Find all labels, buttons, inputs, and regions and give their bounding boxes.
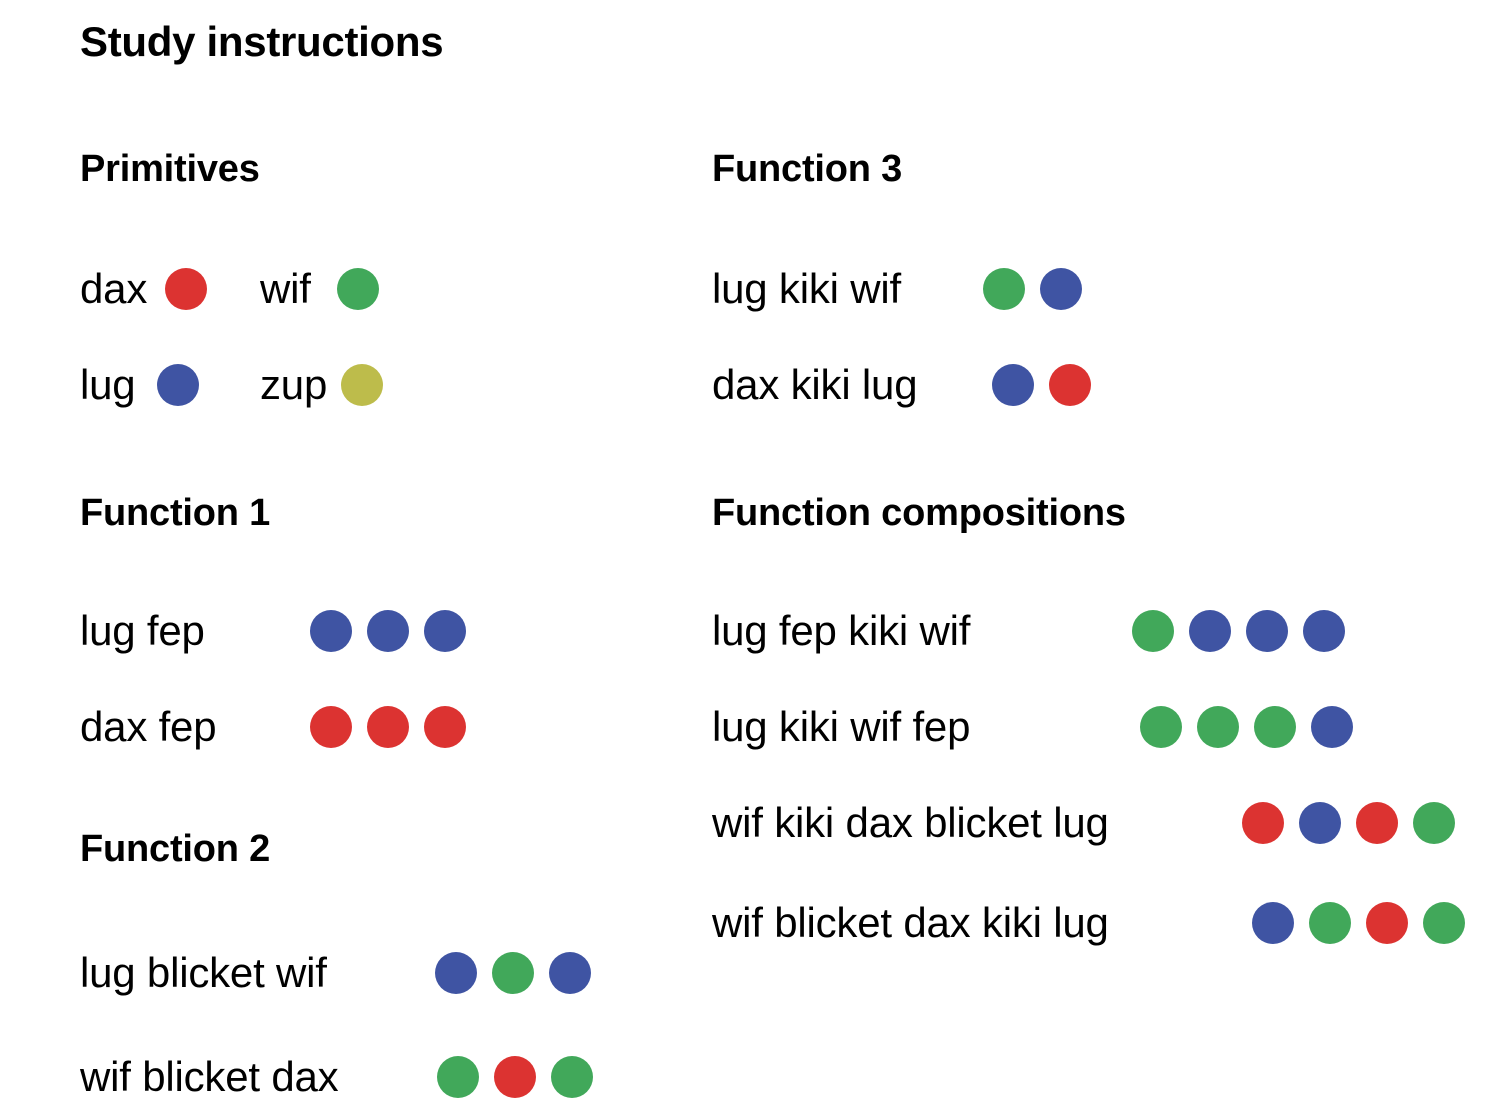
color-dot-blue (1189, 609, 1231, 652)
section-heading-function-3: Function 3 (712, 148, 903, 190)
primitive-item: zup (260, 360, 384, 408)
section-function-1: Function 1 lug fep dax fep (80, 492, 466, 748)
color-dot-green (1254, 705, 1296, 748)
instruction-output (310, 609, 466, 652)
color-dot-red (310, 705, 352, 748)
instruction-phrase: lug blicket wif (80, 948, 327, 996)
color-dot-red (1049, 363, 1091, 406)
color-dot-red (1356, 801, 1398, 844)
color-dot-green (492, 951, 534, 994)
color-dot-blue (367, 609, 409, 652)
color-dot-blue (549, 951, 591, 994)
instruction-phrase: wif blicket dax (80, 1052, 339, 1100)
instruction-output (1242, 801, 1455, 844)
color-dot-green (983, 267, 1025, 310)
function-3-rows: lug kiki wif dax kiki lug (712, 254, 1091, 424)
color-dot-blue (310, 609, 352, 652)
color-dot-green (1423, 901, 1465, 944)
primitive-item: wif (260, 264, 379, 312)
function-2-rows: lug blicket wif wif blicket dax (80, 934, 593, 1104)
color-dot-blue (1311, 705, 1353, 748)
primitive-word: dax (80, 264, 148, 312)
instruction-row: dax kiki lug (712, 360, 1091, 408)
color-dot-green (551, 1055, 593, 1098)
primitive-word: lug (80, 360, 136, 408)
instruction-row: lug fep (80, 606, 466, 654)
section-function-2: Function 2 lug blicket wif wif blicket d… (80, 828, 593, 1098)
color-dot-blue (1252, 901, 1294, 944)
section-heading-function-1: Function 1 (80, 492, 271, 534)
instruction-row: lug kiki wif fep (712, 702, 1353, 750)
color-dot-red (494, 1055, 536, 1098)
color-dot-red (1242, 801, 1284, 844)
instruction-row: lug kiki wif (712, 264, 1082, 312)
color-dot-green (336, 267, 379, 310)
section-function-3: Function 3 lug kiki wif dax kiki lug (712, 148, 1091, 406)
instruction-row: lug fep kiki wif (712, 606, 1345, 654)
page-title: Study instructions (80, 18, 444, 65)
primitive-word: zup (260, 360, 328, 408)
instruction-row: wif blicket dax (80, 1052, 593, 1100)
instruction-phrase: dax fep (80, 702, 217, 750)
section-primitives: Primitives dax wif lug zup (80, 148, 384, 406)
function-1-rows: lug fep dax fep (80, 596, 466, 766)
color-dot-blue (1246, 609, 1288, 652)
color-dot-blue (992, 363, 1034, 406)
instruction-output (435, 951, 591, 994)
instruction-phrase: lug kiki wif fep (712, 702, 971, 750)
instruction-row: wif kiki dax blicket lug (712, 798, 1455, 846)
instruction-phrase: lug kiki wif (712, 264, 901, 312)
section-heading-function-2: Function 2 (80, 828, 271, 870)
color-dot-blue (1303, 609, 1345, 652)
color-dot-green (1413, 801, 1455, 844)
color-dot-green (1132, 609, 1174, 652)
color-dot-green (1197, 705, 1239, 748)
instruction-output (310, 705, 466, 748)
color-dot-blue (157, 363, 200, 406)
instruction-row: wif blicket dax kiki lug (712, 898, 1465, 946)
instruction-output (1132, 609, 1345, 652)
instruction-row: dax fep (80, 702, 466, 750)
primitives-row: lug zup (80, 360, 384, 408)
color-dot-green (1140, 705, 1182, 748)
primitive-item: lug (80, 360, 260, 408)
primitives-grid: dax wif lug zup (80, 254, 384, 424)
instruction-output (1252, 901, 1465, 944)
primitive-item: dax (80, 264, 260, 312)
color-dot-red (165, 267, 208, 310)
instruction-phrase: wif kiki dax blicket lug (712, 798, 1109, 846)
color-dot-red (1366, 901, 1408, 944)
color-dot-blue (424, 609, 466, 652)
instruction-phrase: lug fep kiki wif (712, 606, 971, 654)
instruction-phrase: dax kiki lug (712, 360, 918, 408)
color-dot-green (1309, 901, 1351, 944)
instruction-row: lug blicket wif (80, 948, 591, 996)
color-dot-blue (1299, 801, 1341, 844)
color-dot-red (424, 705, 466, 748)
composition-rows: lug fep kiki wif lug kiki wif fep wif ki… (712, 596, 1465, 996)
primitive-word: wif (260, 264, 311, 312)
instruction-output (437, 1055, 593, 1098)
section-heading-compositions: Function compositions (712, 492, 1126, 534)
instruction-phrase: lug fep (80, 606, 205, 654)
color-dot-blue (435, 951, 477, 994)
color-dot-blue (1040, 267, 1082, 310)
color-dot-red (367, 705, 409, 748)
instruction-output (992, 363, 1091, 406)
section-heading-primitives: Primitives (80, 148, 260, 190)
section-function-compositions: Function compositions lug fep kiki wif l… (712, 492, 1465, 944)
instruction-output (1140, 705, 1353, 748)
instruction-phrase: wif blicket dax kiki lug (712, 898, 1109, 946)
primitives-row: dax wif (80, 264, 379, 312)
color-dot-green (437, 1055, 479, 1098)
instruction-output (983, 267, 1082, 310)
color-dot-yellow (341, 363, 384, 406)
